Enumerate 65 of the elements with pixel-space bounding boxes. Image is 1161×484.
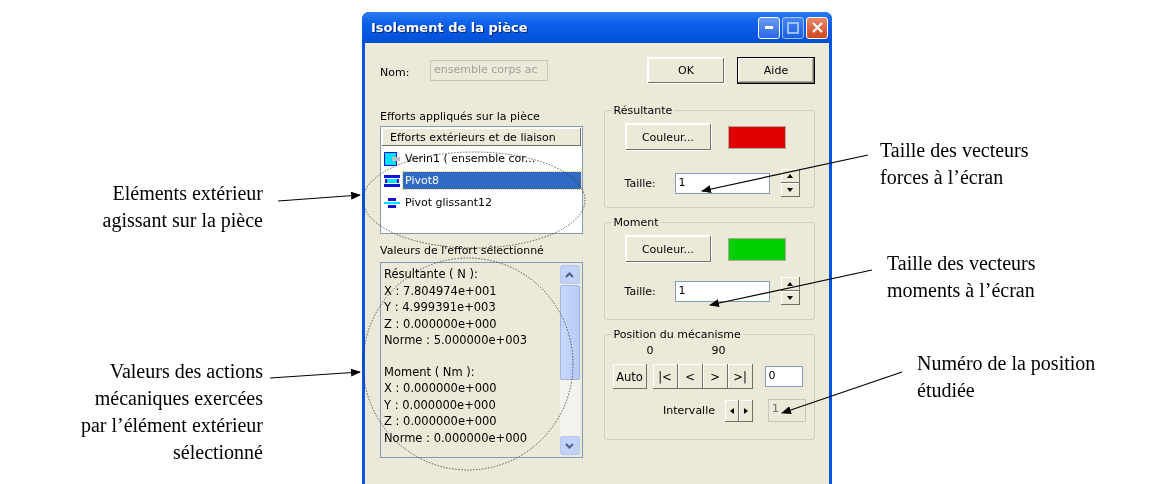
section-label: Valeurs de l'effort sélectionné: [380, 244, 545, 257]
chevron-up-icon: [565, 271, 574, 278]
list-item[interactable]: Pivot8: [403, 172, 581, 189]
interval-label: Intervalle: [663, 404, 715, 417]
size-label: Taille:: [624, 176, 657, 190]
annotation-text: Eléments extérieur agissant sur la pièce: [102, 181, 263, 234]
maximize-button[interactable]: [782, 16, 804, 39]
annotation-text: Taille des vecteurs forces à l’écran: [880, 138, 1030, 190]
size-field[interactable]: 1: [674, 172, 770, 194]
scroll-bar[interactable]: [559, 265, 580, 455]
color-button[interactable]: Couleur...: [624, 123, 712, 151]
caret-left-icon: [730, 407, 734, 414]
list-item[interactable]: Pivot glissant12: [403, 194, 495, 211]
value-line: X : 7.804974e+001: [384, 282, 498, 299]
caret-down-icon: [787, 296, 793, 300]
minimize-button[interactable]: [758, 16, 780, 39]
close-icon: [811, 22, 823, 33]
color-button[interactable]: Couleur...: [624, 235, 712, 263]
value-line: Norme : 5.000000e+003: [384, 332, 529, 349]
value-line: Z : 0.000000e+000: [384, 413, 498, 430]
slide-joint-icon: [384, 195, 400, 210]
value-heading: Moment ( Nm ):: [384, 363, 476, 380]
step-button[interactable]: >: [702, 364, 728, 389]
size-field[interactable]: 1: [674, 280, 770, 302]
annotation-text: Numéro de la position étudiée: [917, 351, 1097, 403]
spin-right-button[interactable]: [739, 399, 753, 422]
list-item[interactable]: Verin1 ( ensemble cor...: [403, 150, 538, 167]
cylinder-icon: [384, 151, 400, 166]
section-label: Efforts appliqués sur la pièce: [380, 110, 541, 123]
range-max: 90: [711, 344, 726, 357]
step-button[interactable]: |<: [652, 364, 678, 389]
value-line: Y : 0.000000e+000: [384, 396, 497, 413]
auto-button[interactable]: Auto: [612, 364, 647, 389]
caret-up-icon: [787, 174, 793, 178]
spin-left-button[interactable]: [725, 399, 739, 422]
range-min: 0: [646, 344, 654, 357]
window-title: Isolement de la pièce: [371, 20, 529, 35]
group-title: Résultante: [612, 104, 674, 117]
column-header[interactable]: Efforts extérieurs et de liaison: [382, 128, 581, 146]
value-line: Y : 4.999391e+003: [384, 299, 497, 316]
joint-icon: [384, 173, 400, 188]
name-label: Nom:: [380, 65, 411, 79]
chevron-down-icon: [565, 442, 574, 449]
dialog-button[interactable]: OK: [647, 56, 725, 84]
spin-down-button[interactable]: [780, 291, 800, 305]
size-label: Taille:: [624, 284, 657, 298]
caret-right-icon: [744, 407, 748, 414]
step-button[interactable]: <: [677, 364, 703, 389]
dialog-button[interactable]: Aide: [737, 56, 815, 84]
close-button[interactable]: [806, 16, 828, 39]
group-title: Position du mécanisme: [612, 328, 742, 341]
step-button[interactable]: >|: [727, 364, 753, 389]
caret-down-icon: [787, 188, 793, 192]
minimize-icon: [765, 26, 773, 29]
annotation-text: Taille des vecteurs moments à l’écran: [887, 251, 1037, 303]
group-title: Moment: [612, 216, 660, 229]
caret-up-icon: [787, 282, 793, 286]
value-line: X : 0.000000e+000: [384, 380, 498, 397]
maximize-icon: [787, 21, 799, 34]
value-line: Norme : 0.000000e+000: [384, 429, 529, 446]
spin-down-button[interactable]: [780, 183, 800, 197]
value-line: Z : 0.000000e+000: [384, 315, 498, 332]
position-field[interactable]: 0: [764, 366, 803, 387]
value-heading: Résultante ( N ):: [384, 266, 479, 283]
annotation-text: Valeurs des actions mécaniques exercées par l’élément extérieur sélectionné: [80, 359, 263, 465]
